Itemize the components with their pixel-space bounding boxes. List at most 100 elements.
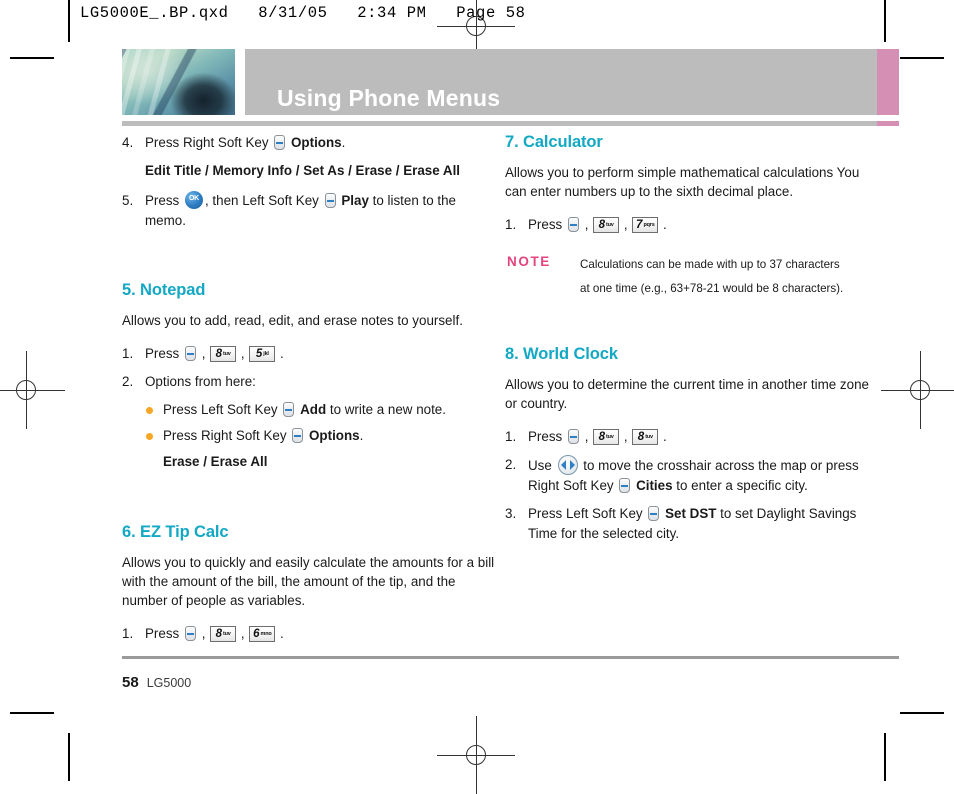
crop-mark-right-horizontal-bottom xyxy=(900,712,944,714)
step-number: 1. xyxy=(505,429,517,444)
step-text: Press xyxy=(528,217,563,232)
step-item-4: 4. Press Right Soft Key Options. xyxy=(122,133,497,153)
navigation-key-icon xyxy=(557,455,578,475)
soft-key-icon xyxy=(292,428,304,443)
soft-key-icon xyxy=(283,402,295,417)
numeric-key-icon: 8tuv xyxy=(593,429,620,445)
footer-model-name: LG5000 xyxy=(146,676,192,690)
footer-page-number: 58 xyxy=(122,674,139,691)
footer-divider xyxy=(122,656,899,659)
step-item-1: 1. Press , 8tuv , 8tuv . xyxy=(505,427,880,447)
bullet-dot-icon xyxy=(146,433,153,440)
step-text-mid: , then Left Soft Key xyxy=(204,193,319,208)
step-bold-label: Play xyxy=(341,193,369,208)
soft-key-icon xyxy=(184,346,196,361)
step-item-1: 1. Press , 8tuv , 7pqrs . xyxy=(505,215,880,235)
chapter-header-underline-accent xyxy=(877,121,899,126)
continued-steps-list: 4. Press Right Soft Key Options. Edit Tit… xyxy=(122,133,497,231)
numeric-key-icon: 7pqrs xyxy=(632,217,659,233)
manual-page: LG5000E_.BP.qxd 8/31/05 2:34 PM Page 58 … xyxy=(0,0,954,794)
step-punctuation: . xyxy=(341,135,346,150)
bullet-bold-label: Options xyxy=(309,428,360,443)
calculator-steps: 1. Press , 8tuv , 7pqrs . xyxy=(505,215,880,235)
page-title: Using Phone Menus xyxy=(277,85,501,111)
step-number: 3. xyxy=(505,506,517,521)
step-text: Press Right Soft Key xyxy=(145,135,269,150)
section-calculator: 7. Calculator Allows you to perform simp… xyxy=(505,133,880,301)
chapter-header: Using Phone Menus xyxy=(122,49,899,115)
soft-key-icon xyxy=(648,506,660,521)
step-text: Options from here: xyxy=(145,374,256,389)
numeric-key-icon: 6mno xyxy=(249,626,276,642)
notepad-steps: 1. Press , 8tuv , 5jkl . 2. Options from h… xyxy=(122,344,497,392)
file-header-bar: LG5000E_.BP.qxd 8/31/05 2:34 PM Page 58 xyxy=(0,0,954,40)
soft-key-icon xyxy=(274,135,286,150)
note-line-1: Calculations can be made with up to 37 c… xyxy=(580,258,840,271)
world-clock-steps: 1. Press , 8tuv , 8tuv . 2. Use to move th… xyxy=(505,427,880,544)
crop-mark-left-horizontal-bottom xyxy=(10,712,54,714)
ok-key-icon: OK xyxy=(184,191,203,209)
section-intro-notepad: Allows you to add, read, edit, and erase… xyxy=(122,313,463,328)
bullet-text: Press Left Soft Key xyxy=(163,402,278,417)
note-line-2: at one time (e.g., 63+78-21 would be 8 c… xyxy=(580,282,844,295)
step-text: Press xyxy=(528,429,563,444)
registration-mark-bottom xyxy=(437,716,515,794)
bullet-bold-label: Add xyxy=(300,402,327,417)
left-column: 4. Press Right Soft Key Options. Edit Tit… xyxy=(122,133,497,652)
section-title-calculator: 7. Calculator xyxy=(505,133,603,151)
section-title-ez-tip-calc: 6. EZ Tip Calc xyxy=(122,523,229,541)
step-item-3: 3. Press Left Soft Key Set DST to set Day… xyxy=(505,504,880,544)
soft-key-icon xyxy=(567,217,579,232)
crop-mark-bottom-right-vertical xyxy=(884,733,886,781)
soft-key-icon xyxy=(184,626,196,641)
notepad-options-bullets: Press Left Soft Key Add to write a new n… xyxy=(122,400,497,446)
chapter-header-photo xyxy=(122,49,235,115)
bullet-item-add: Press Left Soft Key Add to write a new n… xyxy=(145,400,497,420)
step-text: Press Left Soft Key xyxy=(528,506,643,521)
step-item-1: 1. Press , 8tuv , 5jkl . xyxy=(122,344,497,364)
bullet-text: Press Right Soft Key xyxy=(163,428,287,443)
step-item-2: 2. Use to move the crosshair across the m… xyxy=(505,455,880,496)
step-number: 5. xyxy=(122,193,134,208)
bullet-dot-icon xyxy=(146,407,153,414)
soft-key-icon xyxy=(324,193,336,208)
step-number: 1. xyxy=(505,217,517,232)
file-header-text: LG5000E_.BP.qxd 8/31/05 2:34 PM Page 58 xyxy=(80,4,526,22)
step-number: 1. xyxy=(122,346,134,361)
section-notepad: 5. Notepad Allows you to add, read, edit… xyxy=(122,281,497,472)
numeric-key-icon: 8tuv xyxy=(593,217,620,233)
page-footer: 58 LG5000 xyxy=(122,674,191,692)
note-block-calculator: NOTE Calculations can be made with up to… xyxy=(505,253,880,301)
step-text: Press xyxy=(145,626,180,641)
step-text: Press xyxy=(145,346,180,361)
step-text: Press xyxy=(145,193,180,208)
step-number: 4. xyxy=(122,135,134,150)
registration-mark-right xyxy=(881,351,954,429)
step-bold-label: Cities xyxy=(636,478,673,493)
section-world-clock: 8. World Clock Allows you to determine t… xyxy=(505,345,880,544)
section-title-world-clock: 8. World Clock xyxy=(505,345,618,363)
chapter-header-underline xyxy=(122,121,899,126)
section-intro-ez-tip-calc: Allows you to quickly and easily calcula… xyxy=(122,555,495,608)
step-number: 1. xyxy=(122,626,134,641)
step-bold-label: Options xyxy=(291,135,342,150)
soft-key-icon xyxy=(567,429,579,444)
step-text: Use xyxy=(528,458,552,473)
numeric-key-icon: 5jkl xyxy=(249,346,276,362)
step-number: 2. xyxy=(505,457,517,472)
bullet-text-post: to write a new note. xyxy=(329,402,446,417)
crop-mark-right-horizontal xyxy=(900,57,944,59)
bullet-punctuation: . xyxy=(359,428,364,443)
numeric-key-icon: 8tuv xyxy=(632,429,659,445)
section-intro-calculator: Allows you to perform simple mathematica… xyxy=(505,165,860,199)
chapter-header-accent-bar xyxy=(877,49,899,115)
numeric-key-icon: 8tuv xyxy=(210,626,237,642)
step-text-post: to enter a specific city. xyxy=(676,478,808,493)
step-item-2: 2. Options from here: xyxy=(122,372,497,392)
registration-mark-left xyxy=(0,351,65,429)
crop-mark-left-horizontal xyxy=(10,57,54,59)
step-number: 2. xyxy=(122,374,134,389)
numeric-key-icon: 8tuv xyxy=(210,346,237,362)
soft-key-icon xyxy=(619,478,631,493)
ez-tip-calc-steps: 1. Press , 8tuv , 6mno . xyxy=(122,624,497,644)
